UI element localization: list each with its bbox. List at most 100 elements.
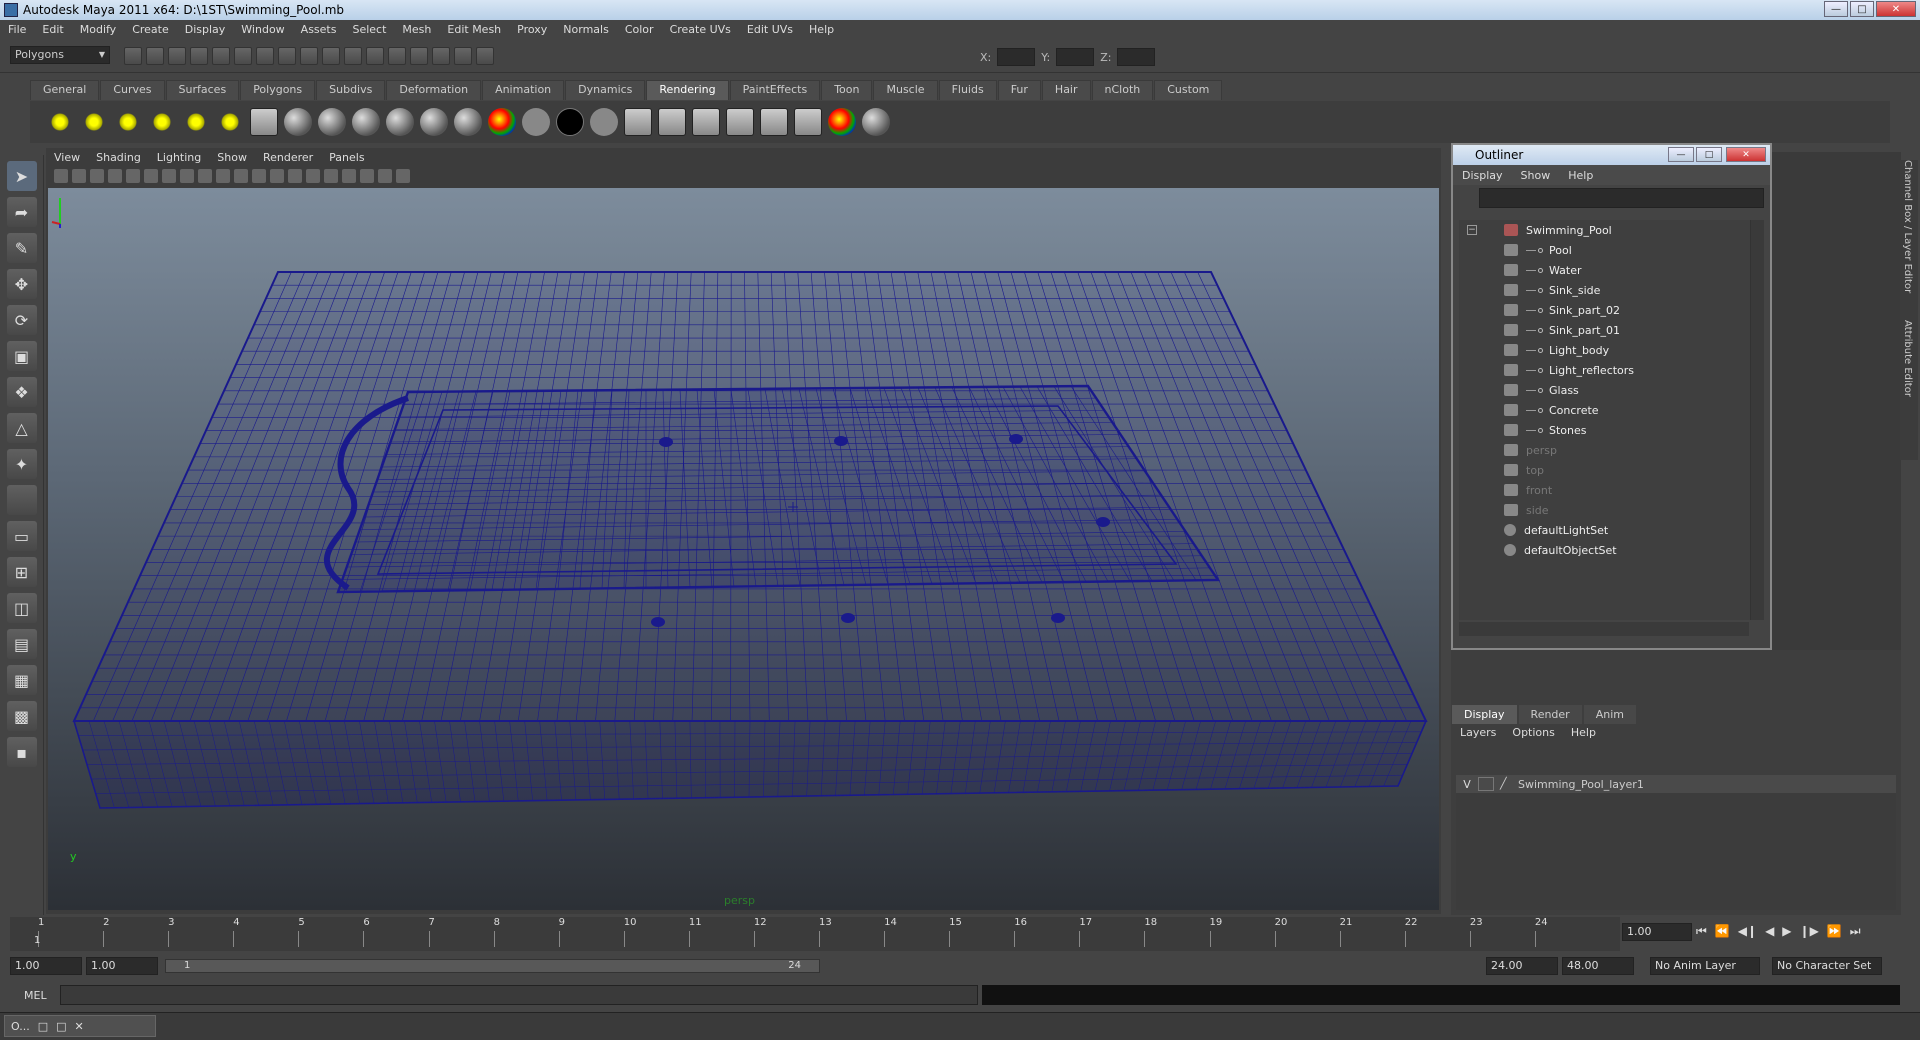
shelf-tab-curves[interactable]: Curves: [100, 80, 165, 100]
single-perspective-layout-icon[interactable]: ▭: [6, 521, 37, 551]
ipr-render-icon[interactable]: [692, 108, 720, 136]
outliner-item-persp[interactable]: persp: [1459, 440, 1758, 460]
viewport-menu-show[interactable]: Show: [209, 151, 255, 164]
command-input[interactable]: [60, 985, 978, 1005]
show-manipulator-icon[interactable]: ✦: [6, 449, 37, 479]
xray-icon[interactable]: [378, 169, 392, 183]
viewport-menu-renderer[interactable]: Renderer: [255, 151, 321, 164]
blinn-material-icon[interactable]: [318, 108, 346, 136]
layer-menu-options[interactable]: Options: [1504, 726, 1562, 739]
outliner-item-sink-side[interactable]: Sink_side: [1459, 280, 1758, 300]
menu-mesh[interactable]: Mesh: [394, 23, 439, 36]
menu-display[interactable]: Display: [177, 23, 234, 36]
menu-file[interactable]: File: [0, 23, 34, 36]
outliner-item-light-body[interactable]: Light_body: [1459, 340, 1758, 360]
outliner-vertical-scrollbar[interactable]: [1750, 220, 1764, 620]
shelf-tab-surfaces[interactable]: Surfaces: [165, 80, 240, 100]
render-layout-icon[interactable]: ▪: [6, 737, 37, 767]
safe-action-icon[interactable]: [216, 169, 230, 183]
bookmark-icon[interactable]: [90, 169, 104, 183]
layer-type-toggle[interactable]: [1478, 777, 1494, 791]
render-globals-icon[interactable]: [454, 47, 472, 65]
grid-icon[interactable]: [126, 169, 140, 183]
use-all-lights-icon[interactable]: [324, 169, 338, 183]
animation-start-field[interactable]: 1.00: [10, 957, 82, 975]
outliner-item-side[interactable]: side: [1459, 500, 1758, 520]
restore-icon[interactable]: □: [38, 1020, 48, 1033]
lambert-material-icon[interactable]: [386, 108, 414, 136]
layer-row[interactable]: V ╱ Swimming_Pool_layer1: [1456, 775, 1896, 793]
lock-selection-icon[interactable]: [256, 47, 274, 65]
area-light-icon[interactable]: [182, 108, 210, 136]
lasso-tool-icon[interactable]: ➦: [6, 197, 37, 227]
snap-plane-icon[interactable]: [344, 47, 362, 65]
outliner-item-defaultlightset[interactable]: defaultLightSet: [1459, 520, 1758, 540]
playback-start-field[interactable]: 1.00: [86, 957, 158, 975]
menu-edit[interactable]: Edit: [34, 23, 71, 36]
outliner-close-button[interactable]: ✕: [1726, 147, 1766, 162]
select-hierarchy-icon[interactable]: [190, 47, 208, 65]
layer-tab-render[interactable]: Render: [1518, 705, 1582, 724]
step-back-key-icon[interactable]: ⏪: [1715, 924, 1730, 939]
outliner-item-water[interactable]: Water: [1459, 260, 1758, 280]
menu-edit-mesh[interactable]: Edit Mesh: [439, 23, 509, 36]
image-plane-icon[interactable]: [108, 169, 122, 183]
shelf-tab-deformation[interactable]: Deformation: [386, 80, 482, 100]
paint-brush-icon[interactable]: [862, 108, 890, 136]
outliner-item-concrete[interactable]: Concrete: [1459, 400, 1758, 420]
safe-title-icon[interactable]: [234, 169, 248, 183]
step-back-frame-icon[interactable]: ◀❙: [1738, 924, 1757, 939]
outliner-minimize-button[interactable]: —: [1668, 147, 1694, 162]
show-hide-icon[interactable]: [476, 47, 494, 65]
render-frame-icon[interactable]: [410, 47, 428, 65]
menu-help[interactable]: Help: [801, 23, 842, 36]
play-forward-icon[interactable]: ▶: [1782, 924, 1791, 939]
menu-edit-uvs[interactable]: Edit UVs: [739, 23, 801, 36]
hypershade-icon[interactable]: [760, 108, 788, 136]
directional-light-icon[interactable]: [80, 108, 108, 136]
camera-attributes-icon[interactable]: [72, 169, 86, 183]
collapse-icon[interactable]: −: [1467, 225, 1477, 235]
menu-assets[interactable]: Assets: [293, 23, 345, 36]
layered-shader-icon[interactable]: [454, 108, 482, 136]
menu-proxy[interactable]: Proxy: [509, 23, 555, 36]
step-forward-frame-icon[interactable]: ❙▶: [1800, 924, 1819, 939]
phong-material-icon[interactable]: [352, 108, 380, 136]
shelf-tab-ncloth[interactable]: nCloth: [1091, 80, 1154, 100]
layer-tab-display[interactable]: Display: [1452, 705, 1517, 724]
isolate-select-icon[interactable]: [360, 169, 374, 183]
mode-selector[interactable]: Polygons ▼: [10, 46, 110, 64]
outliner-item-front[interactable]: front: [1459, 480, 1758, 500]
select-component-icon[interactable]: [234, 47, 252, 65]
outliner-item-sink-part-01[interactable]: Sink_part_01: [1459, 320, 1758, 340]
playback-end-field[interactable]: 24.00: [1486, 957, 1558, 975]
menu-normals[interactable]: Normals: [555, 23, 617, 36]
anisotropic-material-icon[interactable]: [420, 108, 448, 136]
character-set-dropdown[interactable]: No Character Set: [1772, 957, 1882, 975]
go-to-end-icon[interactable]: ⏭: [1850, 924, 1861, 939]
time-slider[interactable]: 1 2 3 4 5 6 7 8 9 10 11 12 13 14 15 16 17 18 19 20 21 22 23 24 1: [10, 917, 1620, 951]
shelf-tab-hair[interactable]: Hair: [1041, 80, 1091, 100]
close-button[interactable]: ✕: [1876, 1, 1916, 17]
current-frame-field[interactable]: 1.00: [1622, 923, 1692, 941]
render-current-icon[interactable]: [658, 108, 686, 136]
shelf-tab-polygons[interactable]: Polygons: [240, 80, 316, 100]
outliner-item-pool[interactable]: Pool: [1459, 240, 1758, 260]
outliner-horizontal-scrollbar[interactable]: [1459, 622, 1749, 636]
play-backward-icon[interactable]: ◀: [1765, 924, 1774, 939]
shelf-tab-fluids[interactable]: Fluids: [938, 80, 997, 100]
snap-grid-icon[interactable]: [278, 47, 296, 65]
viewport-menu-shading[interactable]: Shading: [88, 151, 149, 164]
layer-visibility-toggle[interactable]: V: [1456, 778, 1478, 791]
persp-hypershade-layout-icon[interactable]: ▦: [6, 665, 37, 695]
outliner-item-stones[interactable]: Stones: [1459, 420, 1758, 440]
rotate-tool-icon[interactable]: ⟳: [6, 305, 37, 335]
outliner-item-defaultobjectset[interactable]: defaultObjectSet: [1459, 540, 1758, 560]
material-sphere-icon[interactable]: [284, 108, 312, 136]
side-tab-channel-box[interactable]: Channel Box / Layer Editor Attribute Edi…: [1900, 160, 1918, 460]
z-field[interactable]: [1117, 48, 1156, 66]
shelf-tab-custom[interactable]: Custom: [1154, 80, 1223, 100]
maximize-button[interactable]: □: [1850, 1, 1874, 17]
layer-color-swatch-icon[interactable]: ╱: [1500, 777, 1512, 791]
menu-color[interactable]: Color: [617, 23, 662, 36]
